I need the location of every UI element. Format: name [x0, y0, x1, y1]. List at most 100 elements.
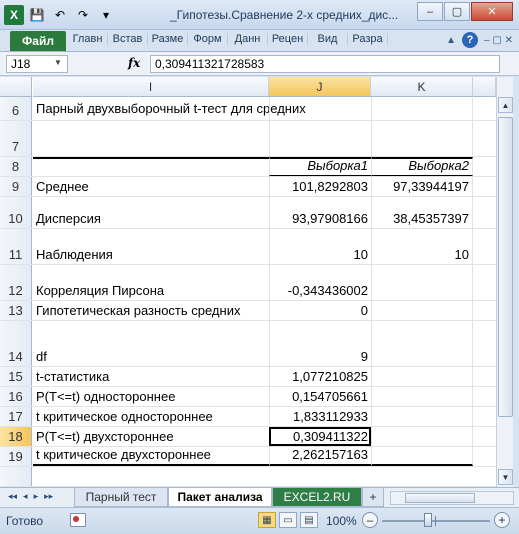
row-header[interactable]: 17 — [0, 407, 32, 426]
row-header[interactable]: 19 — [0, 447, 32, 466]
tab-view[interactable]: Вид — [308, 33, 348, 45]
column-header-next[interactable] — [473, 77, 496, 97]
row-header[interactable]: 18 — [0, 427, 32, 446]
row-header[interactable]: 14 — [0, 321, 32, 366]
cell-k[interactable]: Выборка2 — [371, 157, 473, 176]
prev-sheet-icon[interactable]: ◂ — [23, 491, 28, 502]
cell-j[interactable] — [269, 121, 371, 156]
cell-j[interactable]: 9 — [269, 321, 371, 366]
cell-i[interactable]: t-статистика — [33, 367, 269, 386]
record-macro-icon[interactable] — [70, 513, 86, 527]
sheet-tab-paired-test[interactable]: Парный тест — [74, 488, 168, 507]
row-header[interactable]: 12 — [0, 265, 32, 300]
cell-j[interactable]: Выборка1 — [269, 157, 371, 176]
tab-data[interactable]: Данн — [228, 33, 268, 45]
tab-review[interactable]: Рецен — [268, 33, 308, 45]
page-layout-view-icon[interactable]: ▭ — [279, 512, 297, 528]
cell-i[interactable]: Парный двухвыборочный t-тест для средних — [33, 97, 306, 120]
cell-i[interactable]: Наблюдения — [33, 229, 269, 264]
cell-k[interactable] — [371, 301, 473, 320]
cell-j[interactable]: 1,077210825 — [269, 367, 371, 386]
redo-icon[interactable]: ↷ — [73, 5, 93, 25]
cell-k[interactable] — [371, 387, 473, 406]
row-header[interactable]: 6 — [0, 97, 32, 120]
zoom-out-icon[interactable]: – — [362, 512, 378, 528]
formula-input[interactable]: 0,309411321728583 — [150, 55, 500, 73]
cell-i[interactable] — [33, 121, 269, 156]
first-sheet-icon[interactable]: ◂◂ — [8, 491, 17, 502]
cell-i[interactable]: t критическое двухстороннее — [33, 447, 269, 466]
scroll-thumb[interactable] — [498, 117, 513, 417]
zoom-slider-knob[interactable] — [424, 513, 432, 527]
tab-insert[interactable]: Встав — [108, 33, 148, 45]
column-header-j[interactable]: J — [269, 77, 371, 97]
row-header[interactable] — [0, 467, 32, 486]
cell-k[interactable] — [371, 97, 473, 120]
row-header[interactable]: 10 — [0, 197, 32, 228]
cell-j[interactable] — [269, 97, 371, 120]
cell-i[interactable]: Корреляция Пирсона — [33, 265, 269, 300]
restore-button[interactable]: ▢ — [444, 2, 470, 21]
sheet-tab-excel2ru[interactable]: EXCEL2.RU — [272, 488, 362, 507]
hscroll-thumb[interactable] — [405, 493, 475, 503]
undo-icon[interactable]: ↶ — [50, 5, 70, 25]
column-header-i[interactable]: I — [33, 77, 269, 97]
tab-file[interactable]: Файл — [10, 31, 66, 51]
insert-function-icon[interactable]: fx — [128, 56, 140, 70]
column-header-k[interactable]: K — [371, 77, 473, 97]
save-icon[interactable]: 💾 — [27, 5, 47, 25]
row-header[interactable]: 15 — [0, 367, 32, 386]
tab-home[interactable]: Главн — [68, 33, 108, 45]
cell-k[interactable] — [371, 121, 473, 156]
tab-page-layout[interactable]: Разме — [148, 33, 188, 45]
zoom-level[interactable]: 100% — [326, 514, 357, 528]
cell-k[interactable] — [371, 367, 473, 386]
cell-k[interactable] — [371, 321, 473, 366]
cell-k[interactable]: 97,33944197 — [371, 177, 473, 196]
select-all-corner[interactable] — [0, 77, 32, 97]
customize-qat-icon[interactable]: ▾ — [96, 5, 116, 25]
cell-j[interactable]: 93,97908166 — [269, 197, 371, 228]
row-header[interactable]: 16 — [0, 387, 32, 406]
row-header[interactable]: 7 — [0, 121, 32, 156]
cell-k[interactable] — [371, 427, 473, 446]
tab-formulas[interactable]: Форм — [188, 33, 228, 45]
last-sheet-icon[interactable]: ▸▸ — [44, 491, 53, 502]
cell-i[interactable]: t критическое одностороннее — [33, 407, 269, 426]
row-header[interactable]: 9 — [0, 177, 32, 196]
insert-sheet-icon[interactable]: + — [362, 488, 384, 507]
cell-j[interactable]: 10 — [269, 229, 371, 264]
next-sheet-icon[interactable]: ▸ — [34, 491, 39, 502]
workbook-window-controls[interactable]: – ▢ ✕ — [484, 35, 513, 46]
help-icon[interactable]: ? — [462, 32, 479, 48]
minimize-button[interactable]: – — [417, 2, 443, 21]
zoom-in-icon[interactable]: + — [494, 512, 510, 528]
sheet-tab-analysis-pack[interactable]: Пакет анализа — [168, 488, 272, 507]
horizontal-scrollbar[interactable] — [390, 491, 514, 505]
cell-j[interactable]: -0,343436002 — [269, 265, 371, 300]
cell-k[interactable] — [371, 265, 473, 300]
cell-j[interactable]: 0,154705661 — [269, 387, 371, 406]
normal-view-icon[interactable]: ▦ — [258, 512, 276, 528]
row-header[interactable]: 13 — [0, 301, 32, 320]
zoom-slider-track[interactable] — [382, 520, 490, 522]
excel-app-icon[interactable]: X — [4, 5, 24, 25]
cell-j[interactable]: 2,262157163 — [269, 447, 371, 466]
cell-j[interactable]: 0 — [269, 301, 371, 320]
cell-k[interactable]: 38,45357397 — [371, 197, 473, 228]
close-button[interactable]: ✕ — [471, 2, 513, 21]
cell-i[interactable]: Гипотетическая разность средних — [33, 301, 269, 320]
cell-i[interactable]: df — [33, 321, 269, 366]
vertical-scrollbar[interactable]: ▲ ▼ — [496, 77, 513, 487]
cell-i[interactable]: Среднее — [33, 177, 269, 196]
cell-j-selected[interactable]: 0,309411322 — [269, 427, 371, 446]
row-header[interactable]: 8 — [0, 157, 32, 176]
cell-k[interactable] — [371, 407, 473, 426]
cell-i[interactable] — [33, 157, 269, 176]
row-header[interactable]: 11 — [0, 229, 32, 264]
tab-developer[interactable]: Разра — [348, 33, 388, 45]
minimize-ribbon-icon[interactable]: ▲ — [446, 35, 456, 46]
scroll-down-icon[interactable]: ▼ — [498, 469, 513, 485]
cell-j[interactable]: 1,833112933 — [269, 407, 371, 426]
cell-i[interactable]: P(T<=t) одностороннее — [33, 387, 269, 406]
